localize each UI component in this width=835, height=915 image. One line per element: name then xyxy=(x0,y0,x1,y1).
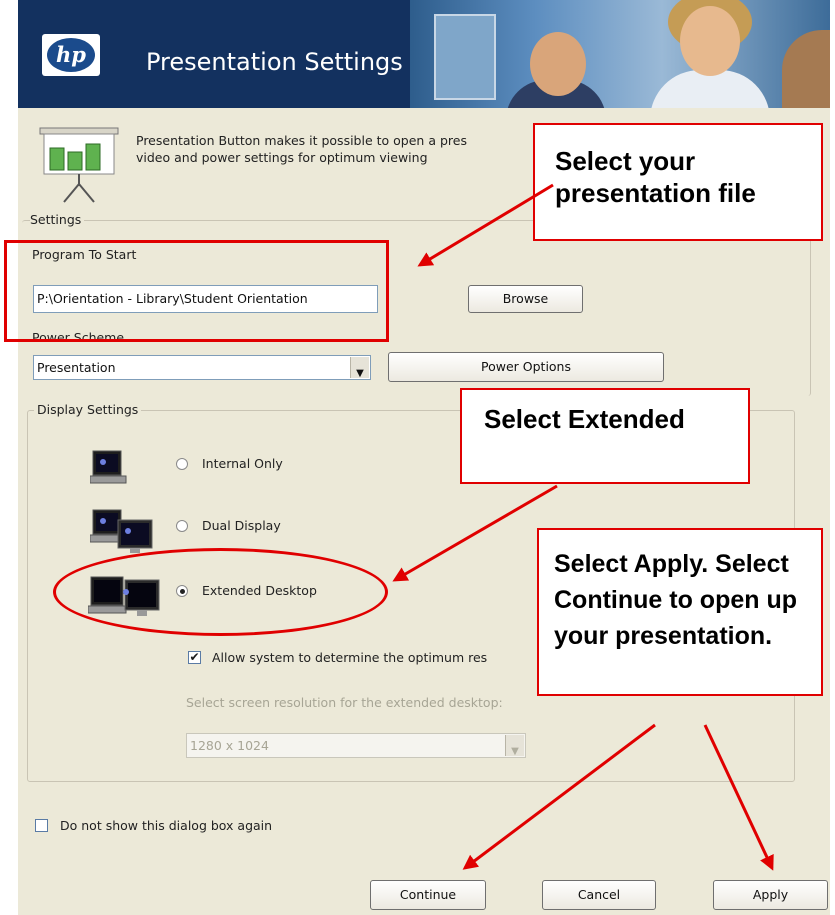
arrow-to-apply-button xyxy=(703,724,774,871)
arrow-to-continue-button xyxy=(462,723,656,870)
annotation-arrows xyxy=(392,183,774,871)
arrow-to-program-field xyxy=(417,183,554,267)
arrow-to-extended-desktop xyxy=(392,484,558,582)
